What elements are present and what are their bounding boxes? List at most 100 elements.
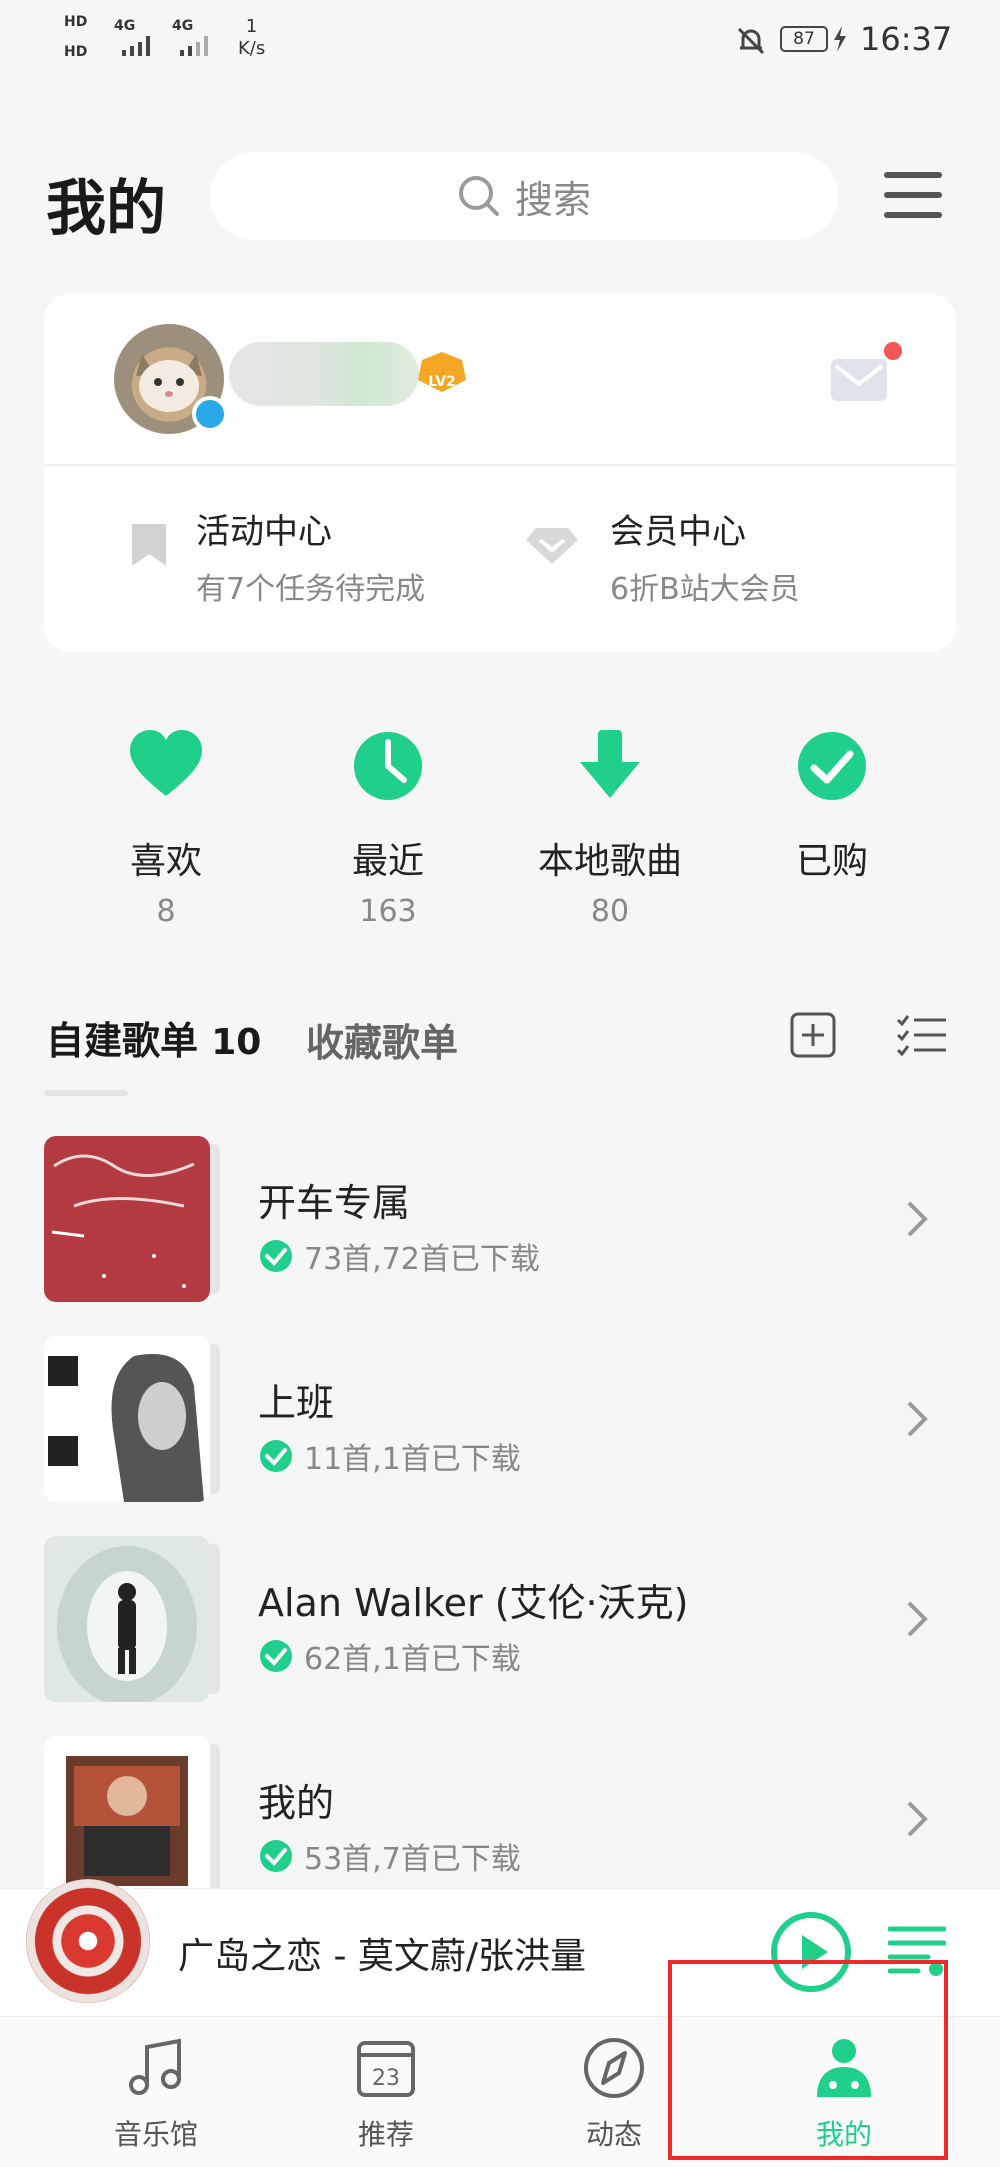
downloaded-check-icon: [260, 1840, 292, 1872]
signal-icon: [180, 36, 208, 56]
bottom-navigation: 音乐馆 23 推荐 动态 我的: [0, 2016, 1000, 2167]
divider: [44, 464, 956, 466]
page-title: 我的: [46, 174, 166, 244]
playlist-row[interactable]: Alan Walker (艾伦·沃克) 62首,1首已下载: [44, 1536, 956, 1702]
compass-icon: [584, 2038, 644, 2098]
playlist-cover: [44, 1736, 210, 1902]
nav-label: 音乐馆: [113, 2118, 198, 2151]
menu-icon[interactable]: [884, 170, 942, 220]
playlist-title: 开车专属: [258, 1181, 411, 1225]
playlist-cover: [44, 1536, 210, 1702]
clock-icon: [354, 732, 422, 800]
search-placeholder: 搜索: [514, 177, 591, 222]
network-label: 4G: [172, 18, 194, 34]
playlist-title: 我的: [258, 1781, 335, 1825]
mini-player[interactable]: 广岛之恋 - 莫文蔚/张洪量: [0, 1879, 1000, 2016]
playlist-subtitle: 62首,1首已下载: [258, 1634, 521, 1678]
nav-label: 动态: [585, 2118, 642, 2151]
signal-icon: [122, 36, 150, 56]
quick-entry-label: 本地歌曲: [537, 841, 682, 882]
nav-music-hall[interactable]: 音乐馆: [86, 2035, 226, 2153]
cover-art-image: [66, 1756, 188, 1886]
quick-entry-label: 已购: [795, 841, 868, 882]
cover-stack-shadow: [210, 1344, 220, 1494]
qq-badge-icon: [192, 396, 228, 432]
battery-indicator: 87: [780, 26, 828, 52]
music-note-icon: [129, 2038, 181, 2095]
activity-subtitle: 有7个任务待完成: [196, 572, 426, 607]
playlist-row[interactable]: 开车专属 73首,72首已下载: [44, 1136, 956, 1302]
quick-entry-label: 最近: [351, 841, 424, 882]
activity-title: 活动中心: [196, 512, 332, 552]
cover-art-image: [44, 1336, 204, 1502]
hd-indicator: HD: [64, 44, 88, 60]
playlist-subtitle: 73首,72首已下载: [258, 1234, 540, 1278]
svg-text:LV2: LV2: [428, 374, 456, 390]
clock: 16:37: [860, 20, 953, 58]
download-icon: [580, 730, 640, 798]
vip-subtitle: 6折B站大会员: [610, 572, 800, 607]
nav-label: 我的: [815, 2118, 872, 2151]
play-icon[interactable]: [770, 1911, 852, 1993]
notification-dot: [884, 342, 902, 360]
playlist-title: Alan Walker (艾伦·沃克): [258, 1581, 689, 1625]
diamond-icon: [526, 528, 578, 564]
nav-label: 推荐: [357, 2118, 414, 2151]
album-disc[interactable]: [26, 1879, 150, 2003]
quick-entry-count: 80: [590, 894, 630, 929]
quick-entry-recent[interactable]: 最近 163: [308, 728, 468, 929]
downloaded-check-icon: [260, 1440, 292, 1472]
add-playlist-icon[interactable]: [790, 1012, 836, 1058]
chevron-right-icon: [907, 1401, 928, 1437]
mail-icon[interactable]: [830, 358, 888, 402]
charging-icon: [834, 26, 846, 52]
chevron-right-icon: [907, 1801, 928, 1837]
network-speed: 1 K/s: [238, 16, 266, 59]
downloaded-check-icon: [260, 1240, 292, 1272]
search-icon: [458, 176, 499, 216]
playlist-row[interactable]: 我的 53首,7首已下载: [44, 1736, 956, 1902]
cover-stack-shadow: [210, 1744, 220, 1894]
playlist-row[interactable]: 上班 11首,1首已下载: [44, 1336, 956, 1502]
playlist-subtitle: 53首,7首已下载: [258, 1834, 521, 1878]
level-badge-icon: LV2: [418, 352, 466, 392]
tab-indicator: [44, 1090, 128, 1096]
username-blurred: [229, 342, 419, 406]
manage-list-icon[interactable]: [896, 1014, 946, 1056]
quick-entry-count: 8: [156, 894, 176, 929]
cover-art-image: [51, 1154, 195, 1288]
playlist-cover: [44, 1136, 210, 1302]
nav-recommend[interactable]: 23 推荐: [316, 2035, 456, 2153]
profile-card: LV2 活动中心 有7个任务待完成 会员中心 6折B站大会员: [44, 294, 956, 652]
check-circle-icon: [798, 732, 866, 800]
downloaded-check-icon: [260, 1640, 292, 1672]
cover-stack-shadow: [210, 1544, 220, 1694]
cover-stack-shadow: [210, 1144, 220, 1294]
quick-entry-label: 喜欢: [129, 841, 202, 882]
profile-icon: [817, 2039, 871, 2097]
nav-mine[interactable]: 我的: [774, 2035, 914, 2153]
bookmark-icon: [132, 524, 166, 566]
chevron-right-icon: [907, 1201, 928, 1237]
calendar-icon: 23: [357, 2041, 415, 2097]
chevron-right-icon: [907, 1601, 928, 1637]
status-bar: HD HD 4G 4G 1 K/s 87 16:37: [0, 0, 1000, 80]
search-bar[interactable]: 搜索: [210, 152, 838, 240]
svg-text:23: 23: [372, 2066, 400, 2091]
cover-art-image: [57, 1546, 197, 1702]
playlist-subtitle: 11首,1首已下载: [258, 1434, 521, 1478]
playlist-queue-icon[interactable]: [888, 1923, 946, 1979]
quick-entry-local[interactable]: 本地歌曲 80: [530, 728, 690, 929]
playlist-count: 10: [211, 1022, 262, 1063]
tab-self-playlists[interactable]: 自建歌单 10: [46, 1010, 261, 1065]
heart-icon: [130, 730, 202, 796]
mute-bell-icon: [737, 27, 765, 55]
playlist-cover: [44, 1336, 210, 1502]
nav-feed[interactable]: 动态: [544, 2035, 684, 2153]
quick-entry-count: 163: [359, 894, 417, 929]
playlist-title: 上班: [258, 1381, 335, 1425]
quick-entry-liked[interactable]: 喜欢 8: [86, 728, 246, 929]
tab-favorite-playlists[interactable]: 收藏歌单: [306, 1012, 458, 1067]
quick-entry-purchased[interactable]: 已购: [752, 728, 912, 894]
hd-indicator: HD: [64, 14, 88, 30]
